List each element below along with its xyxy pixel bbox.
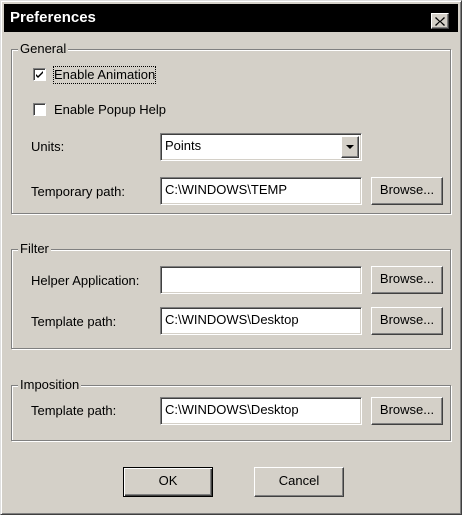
helper-application-input[interactable] (160, 266, 362, 294)
units-label: Units: (31, 139, 65, 154)
units-selected-value: Points (165, 138, 202, 153)
imposition-template-path-input[interactable]: C:\WINDOWS\Desktop (160, 397, 362, 425)
title-bar[interactable]: Preferences (4, 4, 458, 32)
helper-application-browse-button[interactable]: Browse... (371, 266, 443, 294)
enable-animation-label[interactable]: Enable Animation (52, 66, 157, 84)
cancel-button[interactable]: Cancel (254, 467, 344, 497)
general-legend: General (18, 41, 69, 57)
temporary-path-browse-button[interactable]: Browse... (371, 177, 443, 205)
filter-legend: Filter (18, 241, 51, 257)
imposition-legend: Imposition (18, 377, 82, 393)
window-title: Preferences (10, 9, 96, 26)
units-select[interactable]: Points (160, 133, 362, 161)
close-button[interactable] (431, 13, 449, 29)
temporary-path-label: Temporary path: (31, 184, 125, 199)
filter-template-path-input[interactable]: C:\WINDOWS\Desktop (160, 307, 362, 335)
filter-template-path-browse-button[interactable]: Browse... (371, 307, 443, 335)
filter-template-path-label: Template path: (31, 314, 117, 329)
enable-animation-checkbox[interactable] (33, 68, 46, 81)
checkmark-icon (36, 71, 43, 78)
ok-button[interactable]: OK (123, 467, 213, 497)
enable-popup-help-label[interactable]: Enable Popup Help (54, 102, 166, 118)
enable-popup-help-checkbox[interactable] (33, 103, 46, 116)
chevron-down-icon (346, 144, 354, 149)
imposition-template-path-browse-button[interactable]: Browse... (371, 397, 443, 425)
temporary-path-input[interactable]: C:\WINDOWS\TEMP (160, 177, 362, 205)
preferences-dialog: Preferences General Enable Animation Ena… (0, 0, 462, 515)
units-dropdown-button[interactable] (341, 136, 359, 158)
close-icon (435, 16, 445, 26)
helper-application-label: Helper Application: (31, 273, 140, 288)
imposition-template-path-label: Template path: (31, 403, 117, 418)
